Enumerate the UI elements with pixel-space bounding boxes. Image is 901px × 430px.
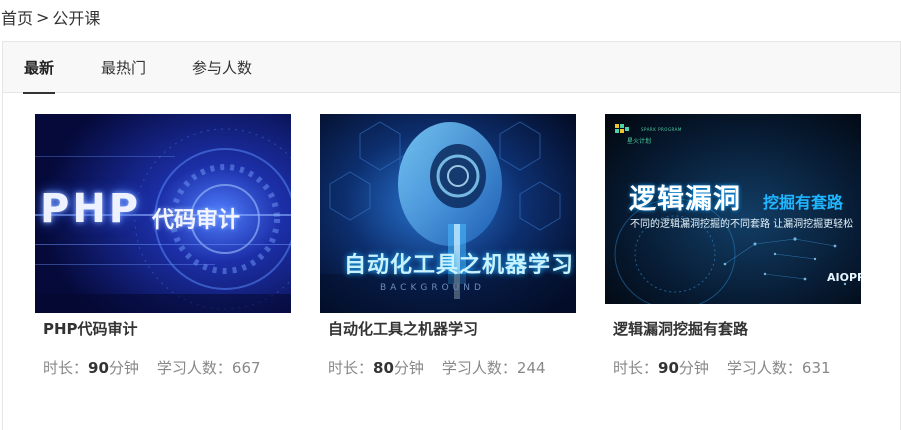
course-meta: 时长：90分钟 学习人数：631: [613, 357, 831, 378]
course-meta: 时长：90分钟 学习人数：667: [43, 357, 261, 378]
course-thumbnail-php[interactable]: PHP 代码审计: [35, 114, 291, 313]
course-panel: 最新 最热门 参与人数 PHP 代码审计 PHP代码审计 时长：90分钟 学习人…: [2, 41, 901, 430]
duration-unit: 分钟: [393, 359, 424, 377]
course-thumbnail-logic-bug[interactable]: SPARK PROGRAM 星火计划 逻辑漏洞 挖掘有套路 不同的逻辑漏洞挖掘的…: [605, 114, 861, 313]
duration-value: 90: [88, 359, 109, 377]
tab-newest[interactable]: 最新: [22, 42, 56, 94]
learners-value: 244: [516, 359, 546, 377]
course-card[interactable]: PHP 代码审计 PHP代码审计 时长：90分钟 学习人数：667: [35, 114, 291, 377]
course-meta: 时长：80分钟 学习人数：244: [328, 357, 546, 378]
logic-bug-thumbnail-art: [605, 114, 861, 304]
duration-unit: 分钟: [108, 359, 139, 377]
duration-label: 时长：: [43, 359, 89, 377]
duration-value: 80: [373, 359, 394, 377]
tab-participants[interactable]: 参与人数: [192, 42, 252, 93]
ml-thumbnail-art: [320, 114, 576, 313]
duration-value: 90: [658, 359, 679, 377]
duration-unit: 分钟: [678, 359, 709, 377]
course-card[interactable]: 自动化工具之机器学习 BACKGROUND 自动化工具之机器学习 时长：80分钟…: [320, 114, 576, 377]
tab-most-popular[interactable]: 最热门: [101, 42, 146, 93]
breadcrumb-current: 公开课: [52, 9, 101, 28]
duration-label: 时长：: [328, 359, 374, 377]
breadcrumb: 首页 > 公开课: [1, 5, 100, 29]
breadcrumb-separator: >: [36, 7, 50, 27]
sort-tabbar: 最新 最热门 参与人数: [3, 42, 900, 94]
course-card[interactable]: SPARK PROGRAM 星火计划 逻辑漏洞 挖掘有套路 不同的逻辑漏洞挖掘的…: [605, 114, 861, 377]
php-thumbnail-art: [35, 114, 291, 313]
course-title[interactable]: PHP代码审计: [43, 318, 138, 339]
learners-value: 667: [231, 359, 261, 377]
learners-label: 学习人数：: [156, 359, 232, 377]
breadcrumb-home-link[interactable]: 首页: [1, 5, 33, 29]
course-title[interactable]: 自动化工具之机器学习: [328, 318, 478, 339]
course-title[interactable]: 逻辑漏洞挖掘有套路: [613, 318, 748, 339]
learners-label: 学习人数：: [441, 359, 517, 377]
learners-value: 631: [801, 359, 831, 377]
duration-label: 时长：: [613, 359, 659, 377]
learners-label: 学习人数：: [726, 359, 802, 377]
course-thumbnail-ml[interactable]: 自动化工具之机器学习 BACKGROUND: [320, 114, 576, 313]
